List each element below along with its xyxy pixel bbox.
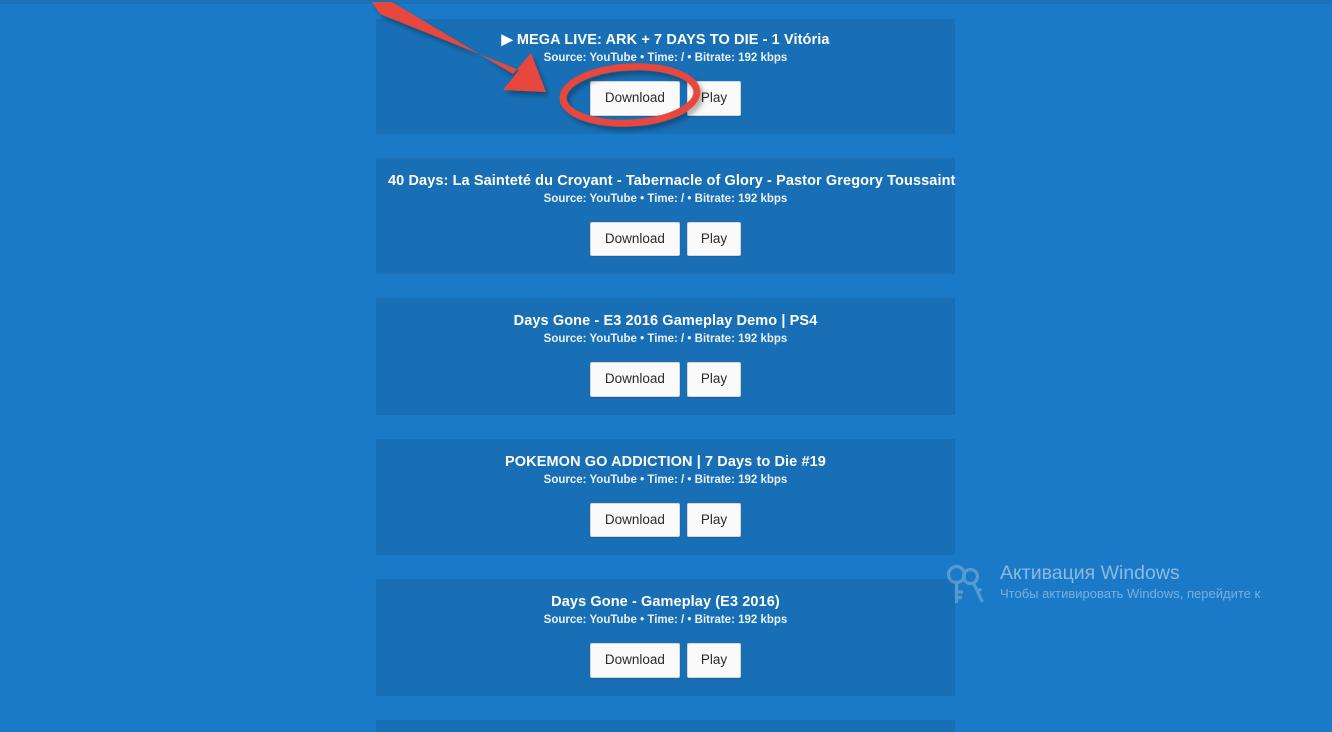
result-actions: Download Play [388, 362, 943, 397]
result-card[interactable]: Days Gone - Gameplay (E3 2016) Source: Y… [376, 579, 955, 696]
watermark-title: Активация Windows [1000, 562, 1180, 584]
play-button[interactable]: Play [686, 502, 742, 537]
result-card[interactable] [376, 719, 955, 732]
play-button[interactable]: Play [686, 81, 742, 116]
windows-activation-watermark: Активация Windows Чтобы активировать Win… [942, 558, 1332, 618]
result-card[interactable]: 40 Days: La Sainteté du Croyant - Tabern… [376, 157, 956, 274]
result-meta: Source: YouTube • Time: / • Bitrate: 192… [543, 333, 788, 345]
result-meta: Source: YouTube • Time: / • Bitrate: 192… [543, 192, 788, 205]
play-button[interactable]: Play [686, 362, 742, 397]
result-title: Days Gone - Gameplay (E3 2016) [551, 594, 780, 610]
result-actions: Download Play [388, 502, 943, 537]
result-title: POKEMON GO ADDICTION | 7 Days to Die #19 [505, 453, 826, 470]
download-button[interactable]: Download [589, 81, 680, 116]
result-card[interactable]: ▶ MEGA LIVE: ARK + 7 DAYS TO DIE - 1 Vit… [376, 19, 955, 134]
result-meta: Source: YouTube • Time: / • Bitrate: 192… [543, 52, 788, 64]
result-actions: Download Play [388, 643, 943, 678]
download-button[interactable]: Download [589, 643, 680, 678]
search-results-list: ▶ MEGA LIVE: ARK + 7 DAYS TO DIE - 1 Vit… [376, 0, 955, 732]
download-button[interactable]: Download [589, 362, 680, 397]
keys-icon [946, 564, 984, 603]
result-title: 40 Days: La Sainteté du Croyant - Tabern… [388, 172, 956, 189]
result-title: Days Gone - E3 2016 Gameplay Demo | PS4 [513, 313, 818, 329]
result-card[interactable]: Days Gone - E3 2016 Gameplay Demo | PS4 … [376, 298, 955, 415]
play-button[interactable]: Play [686, 643, 742, 678]
result-meta: Source: YouTube • Time: / • Bitrate: 192… [543, 614, 788, 626]
result-actions: Download Play [388, 81, 943, 116]
play-button[interactable]: Play [686, 221, 742, 256]
watermark-subtitle: Чтобы активировать Windows, перейдите к [1000, 586, 1261, 601]
download-button[interactable]: Download [589, 502, 680, 537]
result-meta: Source: YouTube • Time: / • Bitrate: 192… [543, 473, 788, 486]
result-card[interactable]: POKEMON GO ADDICTION | 7 Days to Die #19… [376, 438, 955, 555]
result-title: ▶ MEGA LIVE: ARK + 7 DAYS TO DIE - 1 Vit… [501, 32, 830, 48]
download-button[interactable]: Download [589, 221, 680, 256]
watermark-text: Активация Windows Чтобы активировать Win… [1000, 558, 1260, 603]
result-actions: Download Play [388, 221, 943, 256]
